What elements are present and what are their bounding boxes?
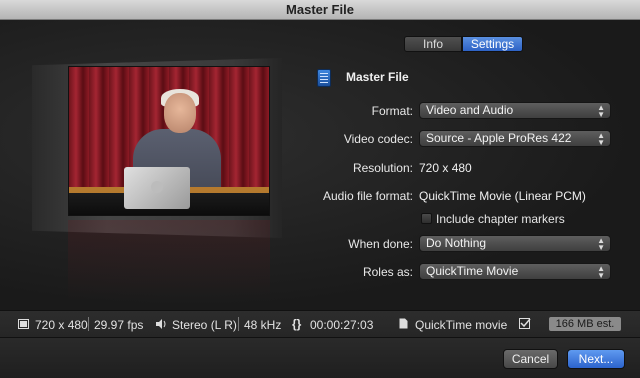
cancel-button[interactable]: Cancel (503, 349, 558, 369)
next-button[interactable]: Next... (567, 349, 625, 369)
destination-title: Master File (346, 70, 409, 84)
video-preview (32, 58, 282, 308)
button-bar: Cancel Next... (0, 338, 640, 378)
updown-arrows-icon: ▲ ▼ (597, 131, 605, 147)
file-type: QuickTime movie (415, 318, 508, 332)
document-icon (399, 318, 408, 329)
audio-channels: Stereo (L R) (172, 318, 237, 332)
preview-thumbnail (68, 66, 270, 216)
person-head (164, 93, 196, 133)
sample-rate: 48 kHz (244, 318, 282, 332)
window-title: Master File (286, 2, 354, 17)
format-value: Video and Audio (426, 103, 514, 117)
tab-settings[interactable]: Settings (462, 36, 523, 52)
divider (238, 317, 239, 331)
resolution-label: Resolution: (352, 161, 413, 175)
when-done-label: When done: (348, 237, 413, 251)
format-label: Format: (371, 104, 413, 118)
duration: 00:00:27:03 (310, 318, 374, 332)
film-document-icon (317, 69, 331, 87)
status-bar: 720 x 480 29.97 fps Stereo (L R) 48 kHz … (0, 310, 640, 338)
updown-arrows-icon: ▲ ▼ (597, 103, 605, 119)
updown-arrows-icon: ▲ ▼ (597, 236, 605, 252)
film-frame-icon (18, 319, 29, 329)
settings-panel: Info Settings Master File Format: Video … (0, 20, 640, 310)
checklist-icon (519, 318, 531, 329)
when-done-value: Do Nothing (426, 236, 487, 250)
resolution-value: 720 x 480 (419, 161, 472, 175)
video-dimensions: 720 x 480 (35, 318, 88, 332)
frame-rate: 29.97 fps (94, 318, 144, 332)
window-titlebar: Master File (0, 0, 640, 20)
laptop-logo (151, 181, 163, 193)
roles-as-value: QuickTime Movie (426, 264, 519, 278)
updown-arrows-icon: ▲ ▼ (597, 264, 605, 280)
format-popup[interactable]: Video and Audio ▲ ▼ (419, 102, 611, 119)
audio-file-format-value: QuickTime Movie (Linear PCM) (419, 189, 586, 203)
when-done-popup[interactable]: Do Nothing ▲ ▼ (419, 235, 611, 252)
chapter-markers-label[interactable]: Include chapter markers (436, 212, 565, 226)
braces-icon: {} (292, 317, 302, 331)
roles-as-popup[interactable]: QuickTime Movie ▲ ▼ (419, 263, 611, 280)
tab-info[interactable]: Info (404, 36, 462, 52)
preview-reflection (68, 220, 270, 300)
roles-as-label: Roles as: (362, 265, 413, 279)
chapter-markers-checkbox[interactable] (421, 213, 432, 224)
audio-file-format-label: Audio file format: (322, 189, 413, 203)
size-estimate-badge: 166 MB est. (549, 317, 621, 331)
video-codec-popup[interactable]: Source - Apple ProRes 422 ▲ ▼ (419, 130, 611, 147)
video-codec-value: Source - Apple ProRes 422 (426, 131, 572, 145)
speaker-icon (156, 319, 166, 329)
divider (88, 317, 89, 331)
view-segmented-control: Info Settings (404, 36, 523, 52)
video-codec-label: Video codec: (343, 132, 413, 146)
